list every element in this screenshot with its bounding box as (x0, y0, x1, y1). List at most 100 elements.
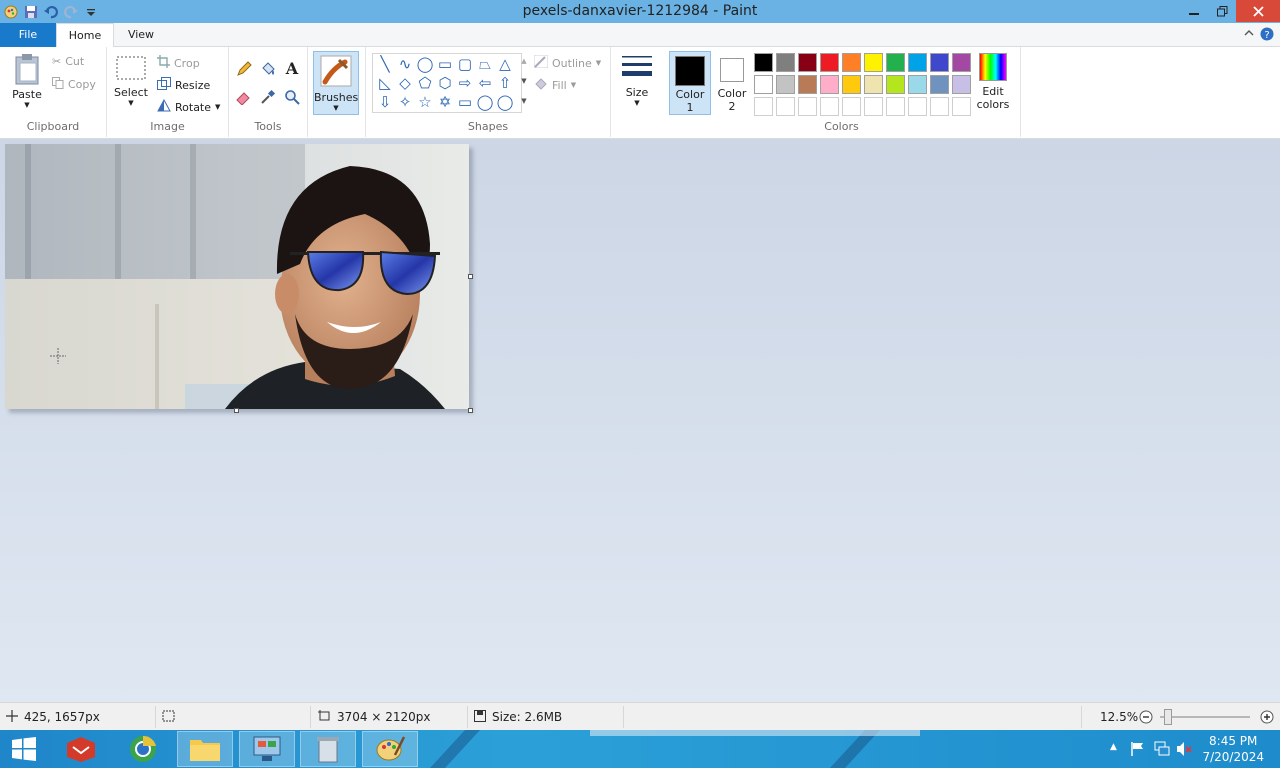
taskbar-app-paint[interactable] (362, 731, 418, 767)
palette-swatch[interactable] (820, 75, 839, 94)
palette-swatch[interactable] (908, 53, 927, 72)
taskbar-app-browser[interactable] (115, 731, 171, 767)
rectangle-shape-icon[interactable]: ▭ (435, 55, 455, 73)
eraser-icon[interactable] (235, 89, 253, 107)
tab-home[interactable]: Home (56, 23, 114, 48)
custom-color-slot[interactable] (930, 97, 949, 116)
palette-swatch[interactable] (908, 75, 927, 94)
line-shape-icon[interactable]: ╲ (375, 55, 395, 73)
show-hidden-icons-icon[interactable]: ▲ (1110, 742, 1117, 752)
edit-colors-button[interactable]: Edit colors (971, 53, 1015, 111)
magnifier-icon[interactable] (283, 89, 301, 107)
resize-handle-right[interactable] (468, 274, 473, 279)
restore-icon[interactable] (1208, 0, 1236, 22)
copy-button[interactable]: Copy (52, 77, 96, 92)
text-tool-icon[interactable]: A (283, 60, 301, 78)
palette-swatch[interactable] (820, 53, 839, 72)
resize-button[interactable]: Resize (157, 77, 210, 93)
save-icon[interactable] (24, 5, 38, 19)
palette-swatch[interactable] (864, 53, 883, 72)
taskbar-clock[interactable]: 8:45 PM 7/20/2024 (1202, 733, 1264, 765)
taskbar-app-rdp[interactable] (53, 731, 109, 767)
color1-button[interactable]: Color 1 (669, 51, 711, 115)
oval-shape-icon[interactable]: ◯ (415, 55, 435, 73)
select-button[interactable]: Select ▼ (113, 55, 149, 107)
palette-swatch[interactable] (798, 75, 817, 94)
volume-muted-icon[interactable] (1176, 741, 1192, 760)
palette-swatch[interactable] (798, 53, 817, 72)
paste-button[interactable]: Paste ▼ (8, 53, 46, 109)
palette-swatch[interactable] (864, 75, 883, 94)
rotate-button[interactable]: Rotate ▼ (157, 98, 220, 115)
palette-swatch[interactable] (930, 75, 949, 94)
custom-color-slot[interactable] (842, 97, 861, 116)
taskbar-app-recycle-tool[interactable] (300, 731, 356, 767)
palette-swatch[interactable] (886, 75, 905, 94)
zoom-slider-track[interactable] (1160, 716, 1250, 718)
redo-icon[interactable] (64, 5, 78, 19)
palette-swatch[interactable] (776, 75, 795, 94)
up-arrow-shape-icon[interactable]: ⇧ (495, 74, 515, 92)
right-triangle-shape-icon[interactable]: ◺ (375, 74, 395, 92)
palette-swatch[interactable] (952, 75, 971, 94)
shapes-scroll-down-icon[interactable]: ▼ (519, 77, 529, 85)
size-button[interactable]: Size ▼ (617, 53, 657, 107)
tab-file[interactable]: File (0, 23, 56, 47)
custom-color-slot[interactable] (952, 97, 971, 116)
left-arrow-shape-icon[interactable]: ⇦ (475, 74, 495, 92)
palette-swatch[interactable] (886, 53, 905, 72)
undo-icon[interactable] (44, 5, 58, 19)
palette-swatch[interactable] (842, 53, 861, 72)
rounded-callout-shape-icon[interactable]: ▭ (455, 93, 475, 111)
color-picker-icon[interactable] (259, 89, 277, 107)
pencil-icon[interactable] (235, 61, 253, 79)
zoom-in-icon[interactable] (1260, 703, 1274, 731)
polygon-shape-icon[interactable]: ⏢ (475, 55, 495, 73)
crop-button[interactable]: Crop (157, 55, 200, 71)
diamond-shape-icon[interactable]: ◇ (395, 74, 415, 92)
action-center-flag-icon[interactable] (1130, 741, 1146, 760)
cloud-callout-shape-icon[interactable]: ◯ (495, 93, 515, 111)
resize-handle-bottom[interactable] (234, 408, 239, 413)
tab-view[interactable]: View (116, 23, 166, 47)
custom-color-slot[interactable] (864, 97, 883, 116)
canvas-workspace[interactable] (0, 140, 1280, 702)
start-button[interactable] (0, 731, 48, 767)
right-arrow-shape-icon[interactable]: ⇨ (455, 74, 475, 92)
help-icon[interactable]: ? (1260, 27, 1274, 44)
color2-button[interactable]: Color 2 (713, 51, 751, 113)
palette-swatch[interactable] (776, 53, 795, 72)
taskbar-app-control-panel[interactable] (239, 731, 295, 767)
custom-color-slot[interactable] (776, 97, 795, 116)
palette-swatch[interactable] (842, 75, 861, 94)
pentagon-shape-icon[interactable]: ⬠ (415, 74, 435, 92)
custom-color-slot[interactable] (886, 97, 905, 116)
shapes-scroll-up-icon[interactable]: ▲ (519, 57, 529, 65)
custom-color-slot[interactable] (820, 97, 839, 116)
zoom-out-icon[interactable] (1139, 703, 1153, 731)
cut-button[interactable]: ✂ Cut (52, 55, 84, 68)
custom-color-slot[interactable] (754, 97, 773, 116)
custom-color-slot[interactable] (908, 97, 927, 116)
brushes-button[interactable]: Brushes ▼ (313, 51, 359, 115)
five-point-star-shape-icon[interactable]: ☆ (415, 93, 435, 111)
fill-bucket-icon[interactable] (259, 61, 277, 79)
triangle-shape-icon[interactable]: △ (495, 55, 515, 73)
palette-swatch[interactable] (930, 53, 949, 72)
four-point-star-shape-icon[interactable]: ✧ (395, 93, 415, 111)
oval-callout-shape-icon[interactable]: ◯ (475, 93, 495, 111)
custom-color-slot[interactable] (798, 97, 817, 116)
outline-button[interactable]: Outline ▼ (533, 54, 601, 71)
close-icon[interactable] (1236, 0, 1280, 22)
shapes-gallery[interactable]: ╲ ∿ ◯ ▭ ▢ ⏢ △ ◺ ◇ ⬠ ⬡ ⇨ ⇦ ⇧ ⇩ ✧ ☆ ✡ ▭ ◯ … (372, 53, 527, 113)
zoom-slider-thumb[interactable] (1164, 709, 1172, 725)
palette-swatch[interactable] (952, 53, 971, 72)
curve-shape-icon[interactable]: ∿ (395, 55, 415, 73)
network-icon[interactable] (1154, 741, 1170, 760)
six-point-star-shape-icon[interactable]: ✡ (435, 93, 455, 111)
palette-swatch[interactable] (754, 75, 773, 94)
shapes-more-icon[interactable]: ▼ (519, 97, 529, 105)
minimize-ribbon-icon[interactable] (1244, 27, 1254, 41)
palette-swatch[interactable] (754, 53, 773, 72)
resize-handle-corner[interactable] (468, 408, 473, 413)
